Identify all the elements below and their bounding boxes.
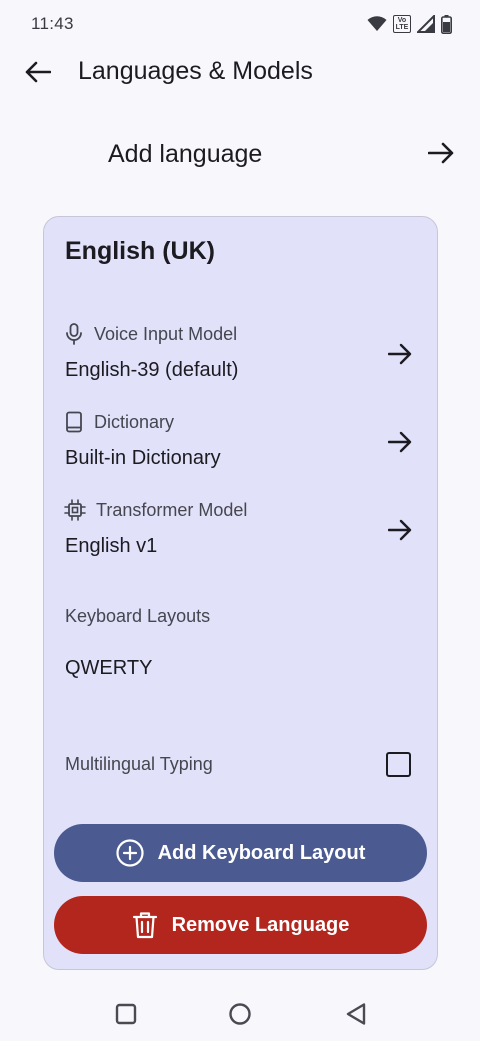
status-icons: Vo LTE	[367, 14, 452, 34]
multilingual-typing-label: Multilingual Typing	[65, 754, 213, 774]
book-icon	[66, 411, 82, 433]
add-keyboard-layout-button[interactable]: Add Keyboard Layout	[54, 824, 427, 882]
arrow-forward-icon	[428, 142, 454, 164]
home-button[interactable]	[226, 1000, 254, 1028]
arrow-forward-icon	[388, 519, 412, 541]
recents-button[interactable]	[112, 1000, 140, 1028]
add-language-label: Add language	[108, 140, 263, 168]
microphone-icon	[66, 323, 82, 345]
battery-icon	[441, 14, 452, 34]
language-card: English (UK) Voice Input Model English-3…	[43, 216, 438, 970]
wifi-icon	[367, 16, 387, 31]
language-name: English (UK)	[65, 237, 215, 265]
trash-icon	[132, 912, 157, 939]
back-triangle-icon	[346, 1003, 366, 1025]
status-bar: 11:43 Vo LTE	[0, 0, 480, 48]
remove-language-button[interactable]: Remove Language	[54, 896, 427, 954]
remove-language-label: Remove Language	[171, 913, 350, 936]
arrow-forward-icon	[388, 431, 412, 453]
arrow-forward-icon	[388, 343, 412, 365]
dictionary-row[interactable]: Dictionary Built-in Dictionary	[44, 411, 437, 491]
voice-input-model-row[interactable]: Voice Input Model English-39 (default)	[44, 323, 437, 403]
signal-icon	[417, 15, 435, 33]
add-language-row[interactable]: Add language	[0, 124, 480, 184]
dictionary-value: Built-in Dictionary	[65, 447, 221, 469]
keyboard-layouts-label: Keyboard Layouts	[65, 606, 211, 626]
transformer-model-value: English v1	[65, 535, 158, 557]
voice-input-model-value: English-39 (default)	[65, 359, 239, 381]
status-time: 11:43	[31, 14, 74, 33]
screen: 11:43 Vo LTE Languages & Models Add lang…	[0, 0, 480, 1041]
system-nav-bar	[0, 990, 480, 1041]
dictionary-header: Dictionary	[64, 411, 174, 433]
volte-icon: Vo LTE	[393, 15, 411, 33]
nav-back-button[interactable]	[342, 1000, 370, 1028]
chip-icon	[64, 499, 86, 521]
voice-input-model-label: Voice Input Model	[94, 323, 238, 344]
top-app-bar: Languages & Models	[0, 48, 480, 96]
add-keyboard-layout-label: Add Keyboard Layout	[157, 841, 366, 864]
transformer-model-row[interactable]: Transformer Model English v1	[44, 499, 437, 579]
transformer-model-header: Transformer Model	[64, 499, 247, 521]
keyboard-layout-item[interactable]: QWERTY	[65, 657, 152, 680]
arrow-back-icon	[25, 61, 51, 83]
back-button[interactable]	[22, 58, 54, 86]
dictionary-label: Dictionary	[94, 411, 175, 432]
add-circle-icon	[115, 839, 144, 867]
recents-square-icon	[115, 1003, 137, 1025]
multilingual-typing-checkbox[interactable]	[386, 752, 411, 777]
page-title: Languages & Models	[78, 57, 313, 85]
transformer-model-label: Transformer Model	[96, 499, 248, 520]
voice-input-model-header: Voice Input Model	[64, 323, 237, 345]
home-circle-icon	[229, 1003, 251, 1025]
